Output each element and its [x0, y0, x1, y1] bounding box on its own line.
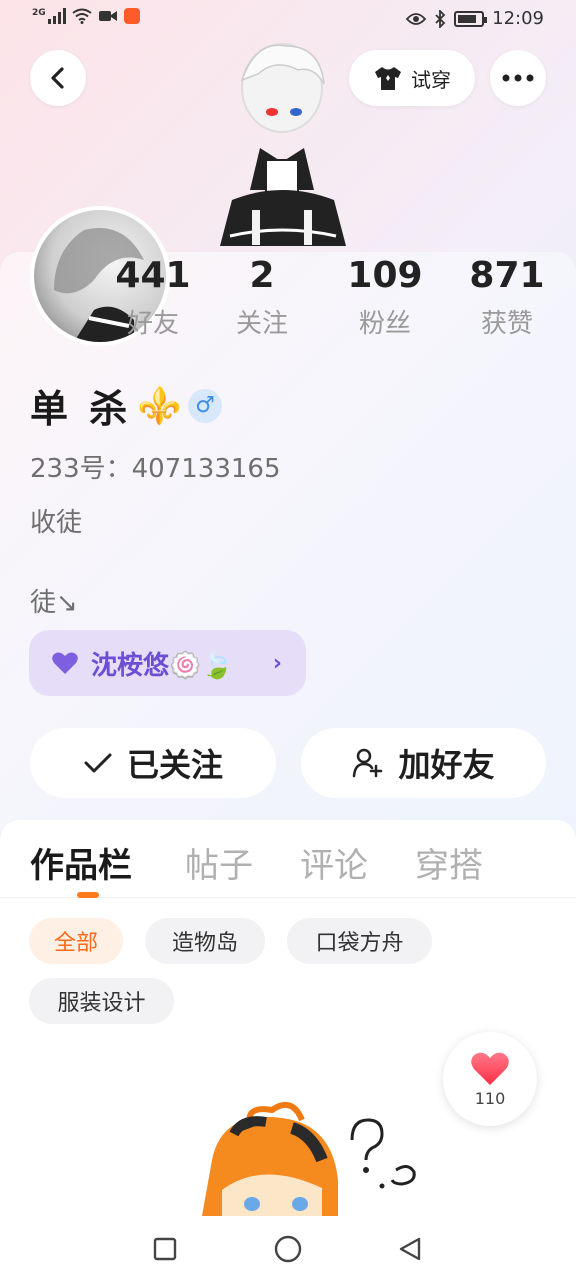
heart-icon: [471, 1052, 509, 1085]
shirt-icon: [375, 67, 401, 90]
signal-icon: [47, 8, 66, 24]
battery-icon: [454, 10, 488, 27]
filter-costume-design[interactable]: 服装设计: [29, 978, 174, 1024]
bluetooth-icon: [435, 9, 446, 28]
chevron-right-icon: ›: [272, 650, 282, 676]
stat-label: 好友: [126, 309, 179, 339]
like-button[interactable]: 110: [443, 1032, 537, 1126]
stat-followers[interactable]: 109 粉丝: [340, 256, 430, 340]
fleur-de-lis-icon: ⚜️: [137, 385, 183, 427]
square-icon: [153, 1237, 177, 1261]
status-time: 12:09: [492, 8, 544, 29]
back-nav-button[interactable]: [395, 1234, 425, 1264]
tab-outfits[interactable]: 穿搭: [415, 838, 483, 887]
like-count: 110: [474, 1088, 506, 1108]
stat-label: 关注: [235, 309, 288, 339]
bio-line: 收徒: [30, 508, 83, 538]
back-button[interactable]: [30, 50, 86, 106]
stat-likes[interactable]: 871 获赞: [462, 256, 552, 340]
name-row: 单 杀 ⚜️ ♂: [30, 378, 223, 433]
best-friend-tag[interactable]: 沈桉悠🍥🍃 ›: [29, 630, 306, 696]
stat-value: 2: [249, 255, 275, 296]
triangle-back-icon: [399, 1237, 421, 1261]
add-user-icon: [353, 748, 383, 778]
stat-label: 获赞: [480, 309, 533, 339]
tab-posts[interactable]: 帖子: [185, 838, 253, 887]
status-bar: 2G 12:09: [0, 0, 576, 40]
app-notification-icon: [123, 8, 140, 24]
user-name: 单 杀: [30, 387, 132, 431]
check-icon: [84, 753, 112, 773]
system-nav-bar: [0, 1216, 576, 1280]
try-on-button[interactable]: 试穿: [349, 50, 475, 106]
stat-value: 109: [347, 255, 423, 296]
tab-works[interactable]: 作品栏: [30, 838, 132, 887]
home-button[interactable]: [273, 1234, 303, 1264]
chevron-left-icon: [51, 67, 64, 89]
more-button[interactable]: [490, 50, 546, 106]
following-button[interactable]: 已关注: [30, 728, 276, 798]
circle-icon: [274, 1235, 302, 1263]
user-id: 233号：407133165: [30, 454, 281, 484]
stat-friends[interactable]: 441 好友: [108, 256, 198, 340]
video-icon: [98, 11, 117, 21]
mascot-illustration: [202, 1101, 416, 1216]
filter-pocket-ark[interactable]: 口袋方舟: [287, 918, 432, 964]
recents-button[interactable]: [150, 1234, 180, 1264]
wifi-icon: [72, 8, 92, 24]
eye-icon: [406, 12, 427, 25]
stat-label: 粉丝: [358, 309, 411, 339]
avatar-figure-image: [220, 43, 346, 246]
stat-following[interactable]: 2 关注: [217, 256, 307, 340]
tab-indicator: [77, 892, 99, 898]
male-gender-icon: ♂: [188, 388, 223, 423]
add-friend-label: 加好友: [398, 746, 495, 784]
tab-comments[interactable]: 评论: [300, 838, 368, 887]
more-dots-icon: [502, 74, 534, 82]
add-friend-button[interactable]: 加好友: [301, 728, 546, 798]
network-type-label: 2G: [32, 8, 46, 18]
filter-all[interactable]: 全部: [29, 918, 123, 964]
following-label: 已关注: [126, 746, 223, 784]
heart-icon: [52, 652, 78, 674]
bio-line: 徒↘: [30, 588, 78, 618]
best-friend-name: 沈桉悠🍥🍃: [91, 650, 234, 681]
stat-value: 441: [115, 255, 191, 296]
stat-value: 871: [469, 255, 545, 296]
try-on-label: 试穿: [411, 67, 451, 92]
filter-creation-island[interactable]: 造物岛: [145, 918, 265, 964]
tab-bar: 作品栏 帖子 评论 穿搭: [0, 820, 576, 898]
stats-row: 441 好友 2 关注 109 粉丝 871 获赞: [0, 256, 576, 352]
